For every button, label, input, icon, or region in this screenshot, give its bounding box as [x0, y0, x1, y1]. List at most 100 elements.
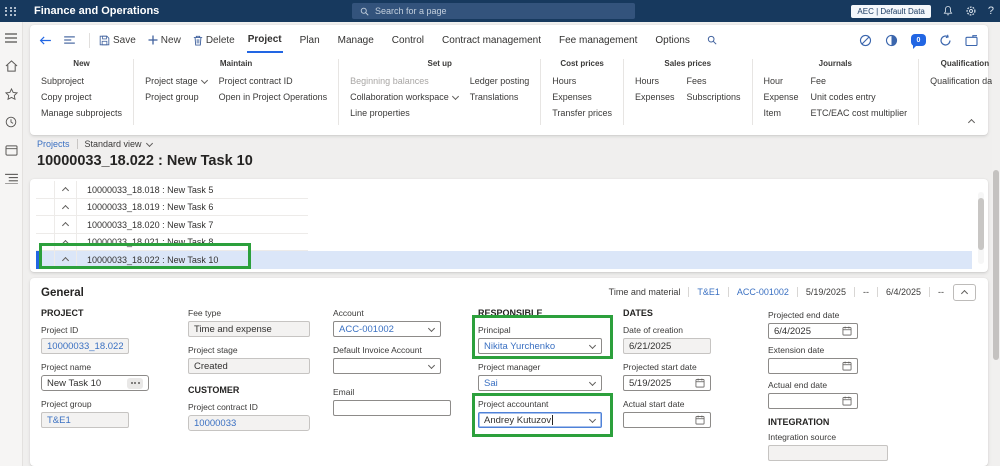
ribbon-item-manage-subprojects[interactable]: Manage subprojects — [41, 105, 122, 121]
ribbon-item-open-in-project-operations[interactable]: Open in Project Operations — [219, 89, 328, 105]
tab-control[interactable]: Control — [391, 28, 425, 52]
ribbon-item-journal-expense[interactable]: Expense — [764, 89, 799, 105]
ribbon-item-etc-eac-cost-multiplier[interactable]: ETC/EAC cost multiplier — [811, 105, 908, 121]
tab-plan[interactable]: Plan — [299, 28, 321, 52]
contrast-circle-icon[interactable] — [885, 34, 898, 47]
help-icon[interactable]: ? — [988, 5, 994, 17]
collapse-chevron-cell[interactable] — [55, 233, 77, 251]
table-row[interactable]: 10000033_18.018 : New Task 5 — [36, 181, 972, 199]
ribbon-item-journal-fee[interactable]: Fee — [811, 73, 908, 89]
row-label[interactable]: 10000033_18.021 : New Task 8 — [77, 237, 213, 247]
section-collapse-button[interactable] — [953, 284, 976, 301]
collapse-chevron-cell[interactable] — [55, 216, 77, 234]
actual-end-date-field[interactable] — [768, 393, 858, 409]
page-scrollbar-thumb[interactable] — [993, 170, 999, 360]
calendar-icon[interactable] — [842, 326, 852, 336]
tab-search-icon[interactable] — [707, 35, 717, 45]
general-section-title[interactable]: General — [41, 287, 84, 299]
table-row-selected[interactable]: 10000033_18.022 : New Task 10 — [36, 251, 972, 269]
ribbon-item-fees[interactable]: Fees — [686, 73, 740, 89]
default-invoice-account-combobox[interactable] — [333, 358, 441, 374]
back-button[interactable] — [39, 35, 52, 45]
ellipsis-button[interactable] — [127, 377, 143, 389]
table-row[interactable]: 10000033_18.020 : New Task 7 — [36, 216, 972, 234]
page-scrollbar[interactable] — [992, 22, 1000, 466]
new-button[interactable]: New — [148, 35, 181, 46]
ribbon-item-sales-hours[interactable]: Hours — [635, 73, 675, 89]
favorites-star-icon[interactable] — [4, 87, 18, 101]
collapse-chevron-cell[interactable] — [55, 198, 77, 216]
breadcrumb-projects-link[interactable]: Projects — [37, 139, 70, 149]
ribbon-item-line-properties[interactable]: Line properties — [350, 105, 458, 121]
row-label[interactable]: 10000033_18.022 : New Task 10 — [77, 255, 218, 265]
search-input[interactable]: Search for a page — [352, 3, 635, 19]
ribbon-item-translations[interactable]: Translations — [470, 89, 530, 105]
email-field[interactable] — [333, 400, 451, 416]
row-label[interactable]: 10000033_18.018 : New Task 5 — [77, 185, 213, 195]
ribbon-item-unit-codes-entry[interactable]: Unit codes entry — [811, 89, 908, 105]
ribbon-item-project-stage[interactable]: Project stage — [145, 73, 208, 89]
ribbon-item-transfer-prices[interactable]: Transfer prices — [552, 105, 612, 121]
collapse-chevron-cell[interactable] — [55, 181, 77, 199]
row-select-cell[interactable] — [36, 181, 55, 199]
view-selector[interactable]: Standard view — [85, 139, 153, 149]
app-launcher-icon[interactable] — [0, 0, 22, 22]
calendar-icon[interactable] — [695, 415, 705, 425]
ribbon-item-cost-expenses[interactable]: Expenses — [552, 89, 612, 105]
delete-button[interactable]: Delete — [193, 35, 235, 46]
tab-project[interactable]: Project — [246, 27, 283, 53]
refresh-icon[interactable] — [939, 34, 952, 47]
project-accountant-combobox[interactable]: Andrey Kutuzov — [478, 412, 602, 428]
ribbon-item-copy-project[interactable]: Copy project — [41, 89, 122, 105]
row-select-cell[interactable] — [36, 216, 55, 234]
table-row[interactable]: 10000033_18.019 : New Task 6 — [36, 198, 972, 216]
table-row[interactable]: 10000033_18.021 : New Task 8 — [36, 233, 972, 251]
row-select-cell[interactable] — [36, 251, 55, 269]
tab-contract-management[interactable]: Contract management — [441, 28, 542, 52]
row-select-cell[interactable] — [36, 198, 55, 216]
ribbon-item-sales-expenses[interactable]: Expenses — [635, 89, 675, 105]
tab-manage[interactable]: Manage — [337, 28, 375, 52]
environment-badge[interactable]: AEC | Default Data — [851, 4, 931, 18]
ribbon-item-subscriptions[interactable]: Subscriptions — [686, 89, 740, 105]
collapse-chevron-cell[interactable] — [55, 251, 77, 269]
open-in-new-window-icon[interactable] — [965, 34, 978, 46]
ribbon-item-qualification-data[interactable]: Qualification data — [930, 73, 1000, 89]
notifications-bell-icon[interactable] — [942, 5, 954, 17]
save-button[interactable]: Save — [99, 35, 136, 46]
row-label[interactable]: 10000033_18.019 : New Task 6 — [77, 202, 213, 212]
calendar-icon[interactable] — [842, 361, 852, 371]
calendar-icon[interactable] — [695, 378, 705, 388]
ribbon-item-collaboration-workspace[interactable]: Collaboration workspace — [350, 89, 459, 105]
calendar-icon[interactable] — [842, 396, 852, 406]
collapse-lines-icon[interactable] — [64, 36, 75, 44]
account-combobox[interactable]: ACC-001002 — [333, 321, 441, 337]
ribbon-item-journal-hour[interactable]: Hour — [764, 73, 799, 89]
messages-bubble-icon[interactable]: 0 — [911, 34, 926, 49]
ribbon-item-ledger-posting[interactable]: Ledger posting — [470, 73, 530, 89]
workspaces-icon[interactable] — [4, 143, 18, 157]
recent-clock-icon[interactable] — [4, 115, 18, 129]
project-manager-combobox[interactable]: Sai — [478, 375, 602, 391]
row-select-cell[interactable] — [36, 233, 55, 251]
row-label[interactable]: 10000033_18.020 : New Task 7 — [77, 220, 213, 230]
ribbon-item-subproject[interactable]: Subproject — [41, 73, 122, 89]
settings-gear-icon[interactable] — [965, 5, 977, 17]
attachments-slash-circle-icon[interactable] — [859, 34, 872, 47]
grid-scrollbar-thumb[interactable] — [978, 198, 984, 250]
principal-combobox[interactable]: Nikita Yurchenko — [478, 338, 602, 354]
modules-list-icon[interactable] — [4, 171, 18, 185]
ribbon-item-cost-hours[interactable]: Hours — [552, 73, 612, 89]
ribbon-item-journal-item[interactable]: Item — [764, 105, 799, 121]
extension-date-field[interactable] — [768, 358, 858, 374]
hamburger-menu-icon[interactable] — [4, 31, 18, 45]
summary-project-group-link[interactable]: T&E1 — [697, 287, 720, 297]
projected-end-date-field[interactable]: 6/4/2025 — [768, 323, 858, 339]
ribbon-item-project-contract-id[interactable]: Project contract ID — [219, 73, 328, 89]
tab-fee-management[interactable]: Fee management — [558, 28, 638, 52]
tab-options[interactable]: Options — [654, 28, 690, 52]
ribbon-item-project-group[interactable]: Project group — [145, 89, 207, 105]
grid-scrollbar[interactable] — [978, 192, 984, 264]
home-icon[interactable] — [4, 59, 18, 73]
summary-account-link[interactable]: ACC-001002 — [737, 287, 789, 297]
